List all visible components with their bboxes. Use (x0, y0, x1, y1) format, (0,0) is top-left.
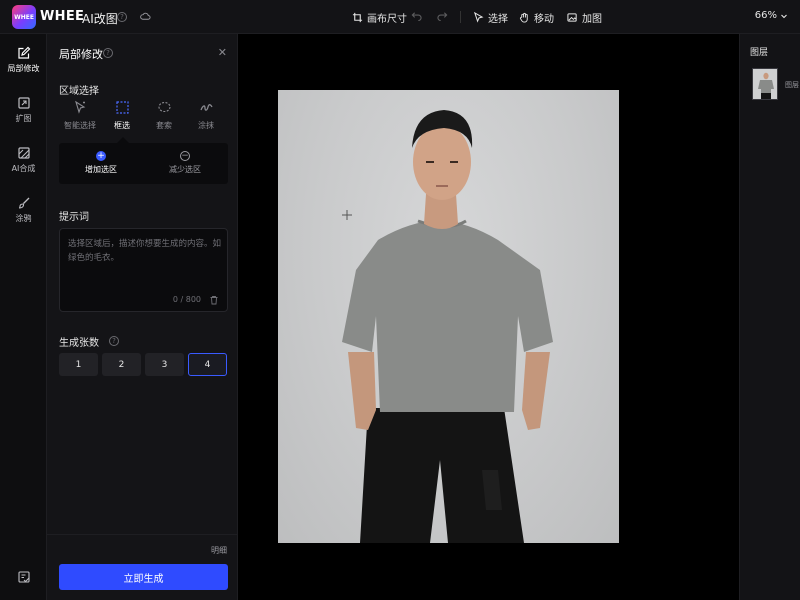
generate-button[interactable]: 立即生成 (59, 564, 228, 590)
smart-select-icon (74, 100, 85, 114)
help-icon[interactable]: ? (109, 336, 119, 346)
tool-box-select[interactable]: 框选 (101, 100, 143, 131)
history-icon[interactable] (17, 570, 31, 584)
rail-item-ai-compose[interactable]: AI合成 (0, 146, 47, 174)
layer-thumbnail-image (758, 72, 774, 99)
zoom-value: 66% (754, 10, 777, 21)
tool-smear[interactable]: 涂抹 (185, 100, 227, 131)
prompt-textarea[interactable]: 选择区域后，描述你想要生成的内容。如绿色的毛衣。 0 / 800 (59, 228, 228, 312)
close-icon[interactable]: ✕ (218, 46, 227, 59)
reduce-selection-button[interactable]: − 减少选区 (143, 151, 227, 175)
selection-mode-box: + 增加选区 − 减少选区 (59, 143, 228, 184)
prompt-label: 提示词 (59, 212, 89, 223)
paintbrush-icon (18, 197, 29, 209)
add-image-icon (567, 13, 577, 22)
select-button[interactable]: 选择 (473, 10, 508, 25)
prompt-placeholder: 选择区域后，描述你想要生成的内容。如绿色的毛衣。 (68, 239, 222, 263)
smear-icon (199, 104, 213, 111)
count-option-1[interactable]: 1 (59, 353, 98, 376)
panel-title: 局部修改 (59, 48, 103, 61)
rail-item-label: 扩图 (15, 114, 32, 123)
count-label: 生成张数 (59, 338, 99, 349)
rail-item-expand[interactable]: 扩图 (0, 96, 47, 124)
rail-item-label: 涂鸦 (15, 214, 32, 223)
add-selection-button[interactable]: + 增加选区 (59, 151, 143, 175)
logo-text: WHEE (14, 13, 34, 21)
tool-lasso[interactable]: 套索 (143, 100, 185, 131)
lasso-icon (157, 101, 171, 113)
add-image-button[interactable]: 加图 (567, 10, 602, 25)
ai-compose-icon (17, 147, 30, 159)
app-window: WHEE WHEE AI改图 ? 画布尺寸 选择 移动 加图 66% 局部修改 … (0, 0, 800, 600)
toolbar-divider (460, 11, 461, 23)
plus-circle-icon: + (96, 150, 106, 161)
sub-option-label: 减少选区 (169, 165, 201, 174)
move-button[interactable]: 移动 (519, 10, 554, 25)
pointer-icon (473, 12, 484, 23)
help-icon[interactable]: ? (117, 12, 127, 22)
hand-icon (519, 12, 528, 23)
rail-item-doodle[interactable]: 涂鸦 (0, 196, 47, 224)
top-bar: WHEE WHEE AI改图 ? 画布尺寸 选择 移动 加图 66% (0, 0, 800, 34)
layer-thumbnail[interactable] (752, 68, 778, 100)
tool-smart-select[interactable]: 智能选择 (59, 100, 101, 131)
box-select-icon (115, 101, 129, 114)
sub-option-label: 增加选区 (85, 165, 117, 174)
expand-icon (17, 97, 30, 109)
brand-name: WHEE (40, 9, 85, 24)
count-option-4[interactable]: 4 (188, 353, 227, 376)
undo-icon[interactable] (411, 10, 422, 21)
person-figure (342, 110, 553, 543)
tool-label: 框选 (114, 121, 130, 130)
tool-label: 套索 (156, 121, 172, 130)
detail-link[interactable]: 明细 (211, 545, 227, 556)
rail-item-label: AI合成 (11, 164, 36, 173)
chevron-down-icon (781, 14, 787, 18)
layers-title: 图层 (750, 48, 769, 58)
layer-name: 图层 (785, 81, 799, 89)
tool-rail: 局部修改 扩图 AI合成 涂鸦 (0, 34, 47, 600)
region-select-label: 区域选择 (59, 86, 99, 97)
prompt-char-count: 0 / 800 (172, 295, 201, 304)
count-selector: 1 2 3 4 (59, 353, 227, 376)
select-label: 选择 (488, 14, 508, 25)
redo-icon[interactable] (437, 10, 448, 21)
add-image-label: 加图 (582, 14, 602, 25)
canvas-area[interactable] (238, 34, 739, 600)
minus-circle-icon: − (180, 150, 190, 161)
rail-item-label: 局部修改 (7, 64, 40, 73)
help-icon[interactable]: ? (103, 48, 113, 58)
canvas-size-button[interactable]: 画布尺寸 (352, 10, 407, 25)
whee-logo[interactable]: WHEE (12, 5, 36, 29)
move-label: 移动 (534, 14, 554, 25)
tool-label: 涂抹 (198, 121, 214, 130)
zoom-dropdown[interactable]: 66% (755, 10, 788, 21)
rail-item-local-edit[interactable]: 局部修改 (0, 46, 47, 74)
product-name: AI改图 (82, 12, 118, 26)
count-option-3[interactable]: 3 (145, 353, 184, 376)
canvas-size-label: 画布尺寸 (367, 14, 407, 25)
editable-photo[interactable] (278, 90, 619, 543)
brush-edit-icon (17, 46, 30, 59)
tool-label: 智能选择 (64, 121, 96, 130)
crop-icon (352, 12, 363, 23)
count-option-2[interactable]: 2 (102, 353, 141, 376)
layers-panel: 图层 图层 (739, 34, 800, 600)
trash-icon[interactable] (209, 295, 219, 305)
divider (47, 534, 238, 535)
local-edit-panel: 局部修改 ? ✕ 区域选择 智能选择 框选 套索 涂抹 + 增加选区 − 减少选… (47, 34, 238, 600)
cloud-icon[interactable] (140, 11, 151, 22)
crosshair-cursor-icon (342, 210, 352, 220)
